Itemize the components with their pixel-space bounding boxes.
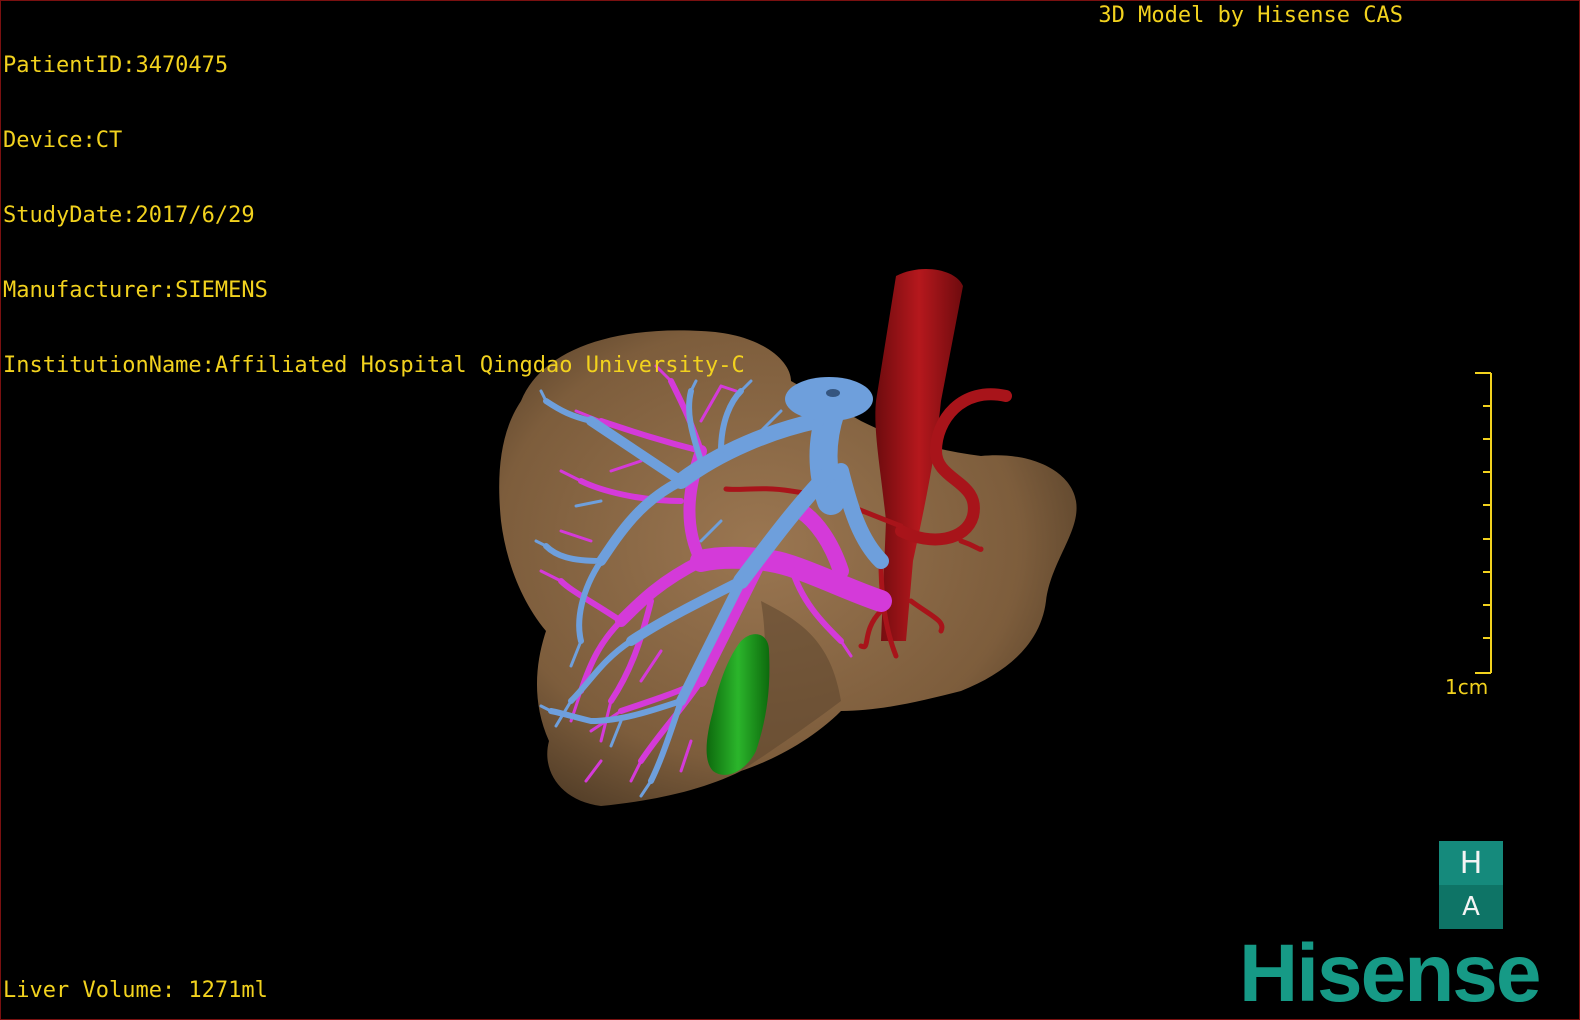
study-date-label: StudyDate:2017/6/29 xyxy=(3,203,255,228)
ha-logo-top: H xyxy=(1439,841,1503,885)
3d-viewport[interactable]: PatientID:3470475 Device:CT StudyDate:20… xyxy=(0,0,1580,1020)
hepatic-vein-root xyxy=(785,377,873,421)
ha-logo-bottom: A xyxy=(1439,885,1503,929)
dicom-info-overlay: PatientID:3470475 Device:CT StudyDate:20… xyxy=(3,3,745,428)
ha-logo: H A xyxy=(1439,841,1503,929)
patient-id-label: PatientID:3470475 xyxy=(3,53,229,78)
hisense-logo: Hisense xyxy=(1239,928,1542,1019)
scale-bar-label: 1cm xyxy=(1445,675,1489,699)
institution-label: InstitutionName:Affiliated Hospital Qing… xyxy=(3,353,745,378)
scale-bar xyxy=(1475,372,1492,674)
device-label: Device:CT xyxy=(3,128,123,153)
model-credit: 3D Model by Hisense CAS xyxy=(1098,3,1403,28)
liver-volume-readout: Liver Volume: 1271ml xyxy=(3,978,268,1003)
manufacturer-label: Manufacturer:SIEMENS xyxy=(3,278,268,303)
hepatic-vein-root-opening xyxy=(826,389,840,397)
